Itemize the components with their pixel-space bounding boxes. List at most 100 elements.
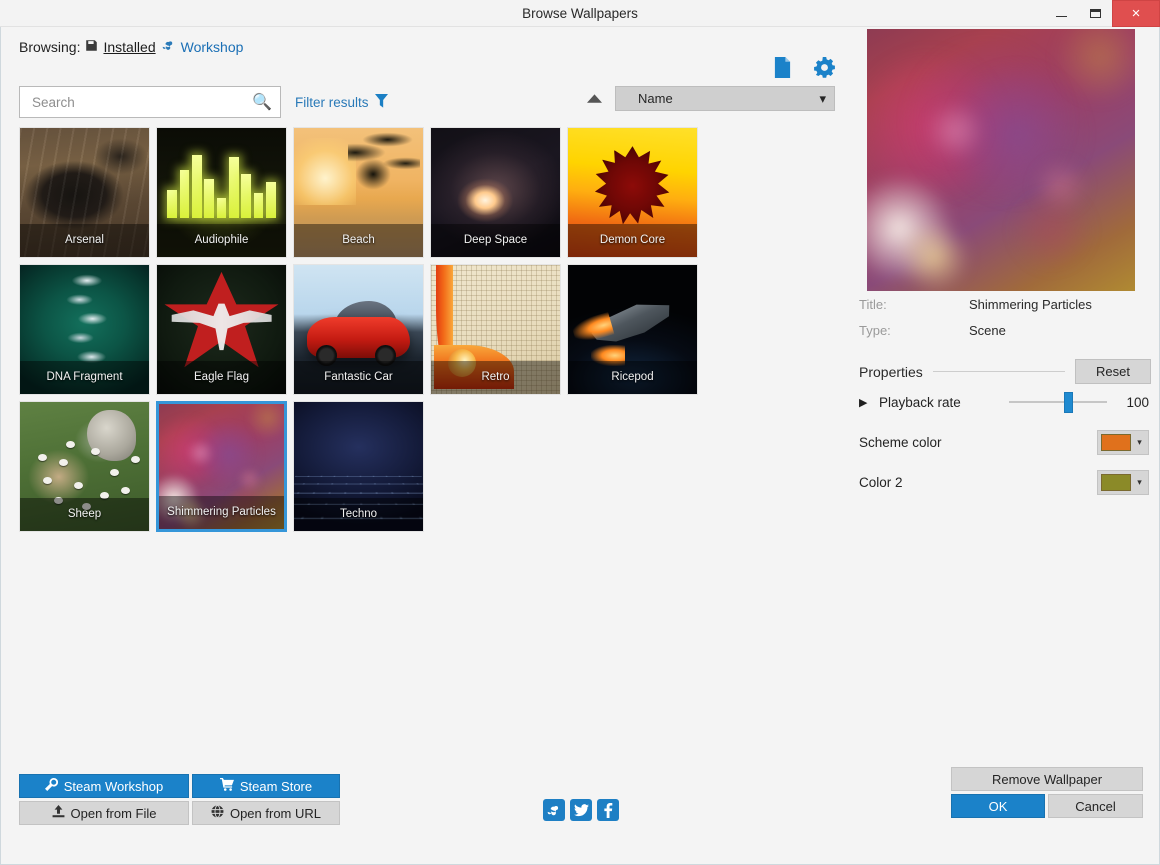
file-icon[interactable]	[773, 57, 792, 81]
wallpaper-tile-label: DNA Fragment	[20, 361, 149, 394]
toolbar-icons	[773, 57, 835, 81]
wallpaper-tile[interactable]: DNA Fragment	[19, 264, 150, 395]
playback-rate-row: ▶ Playback rate 100	[859, 389, 1151, 415]
floppy-disk-icon	[85, 39, 98, 55]
globe-icon	[211, 805, 224, 821]
wallpaper-tile[interactable]: Sheep	[19, 401, 150, 532]
wallpaper-tile-label: Deep Space	[431, 224, 560, 257]
scheme-color-picker[interactable]: ▾	[1097, 430, 1149, 455]
footer-right-buttons: Remove Wallpaper OK Cancel	[951, 767, 1143, 818]
steam-store-button[interactable]: Steam Store	[192, 774, 340, 798]
divider	[933, 371, 1065, 372]
reset-button[interactable]: Reset	[1075, 359, 1151, 384]
remove-wallpaper-button[interactable]: Remove Wallpaper	[951, 767, 1143, 791]
close-icon: ×	[1132, 6, 1141, 21]
search-input[interactable]	[30, 94, 252, 111]
chevron-down-icon: ▾	[1131, 437, 1148, 448]
sort-ascending-icon[interactable]	[585, 90, 603, 108]
wallpaper-tile[interactable]: Fantastic Car	[293, 264, 424, 395]
slider-track	[1009, 401, 1107, 403]
color2-swatch[interactable]	[1101, 474, 1131, 491]
maximize-button[interactable]	[1078, 0, 1112, 27]
wallpaper-tile-label: Beach	[294, 224, 423, 257]
search-icon[interactable]: 🔍	[252, 92, 272, 112]
detail-type-row: Type: Scene	[859, 323, 1006, 338]
funnel-icon	[375, 94, 388, 111]
slider-handle[interactable]	[1064, 392, 1073, 413]
sort-row: Name ▾	[585, 86, 835, 111]
filter-results-label: Filter results	[295, 95, 369, 110]
playback-rate-label: Playback rate	[879, 395, 961, 410]
open-from-file-button[interactable]: Open from File	[19, 801, 189, 825]
breadcrumb: Browsing: Installed Workshop	[19, 36, 243, 58]
facebook-icon[interactable]	[597, 799, 619, 821]
playback-rate-slider[interactable]	[1009, 398, 1107, 406]
wrench-icon	[45, 778, 58, 794]
properties-header: Properties Reset	[859, 359, 1151, 384]
browsing-label: Browsing:	[19, 39, 80, 55]
wallpaper-tile-label: Ricepod	[568, 361, 697, 394]
triangle-right-icon[interactable]: ▶	[859, 396, 873, 409]
chevron-down-icon: ▾	[1131, 477, 1148, 488]
search-row: 🔍 Filter results	[19, 86, 388, 118]
filter-results-button[interactable]: Filter results	[295, 94, 388, 111]
wallpaper-tile-label: Retro	[431, 361, 560, 394]
wallpaper-tile-label: Fantastic Car	[294, 361, 423, 394]
detail-type-value: Scene	[969, 323, 1006, 338]
cancel-button[interactable]: Cancel	[1048, 794, 1143, 818]
ok-label: OK	[989, 799, 1008, 814]
detail-title-value: Shimmering Particles	[969, 297, 1092, 312]
footer-left-buttons: Steam Workshop Steam Store Open from Fil…	[19, 774, 340, 825]
cancel-label: Cancel	[1075, 799, 1115, 814]
wallpaper-browser-pane: Browsing: Installed Workshop 🔍	[1, 27, 853, 865]
wallpaper-tile-label: Demon Core	[568, 224, 697, 257]
steam-icon[interactable]	[543, 799, 565, 821]
wallpaper-tile[interactable]: Arsenal	[19, 127, 150, 258]
steam-workshop-button[interactable]: Steam Workshop	[19, 774, 189, 798]
scheme-color-swatch[interactable]	[1101, 434, 1131, 451]
search-box[interactable]: 🔍	[19, 86, 281, 118]
wallpaper-tile-label: Techno	[294, 498, 423, 531]
wallpaper-tile[interactable]: Shimmering Particles	[156, 401, 287, 532]
properties-label: Properties	[859, 364, 923, 380]
installed-link[interactable]: Installed	[103, 39, 155, 55]
wallpaper-tile-label: Shimmering Particles	[159, 496, 284, 529]
close-button[interactable]: ×	[1112, 0, 1160, 27]
scheme-color-label: Scheme color	[859, 435, 942, 450]
open-from-url-label: Open from URL	[230, 806, 321, 821]
wallpaper-tile[interactable]: Ricepod	[567, 264, 698, 395]
details-pane: Title: Shimmering Particles Type: Scene …	[851, 27, 1159, 865]
ok-button[interactable]: OK	[951, 794, 1045, 818]
wallpaper-tile[interactable]: Audiophile	[156, 127, 287, 258]
minimize-button[interactable]	[1044, 0, 1078, 27]
open-from-file-label: Open from File	[71, 806, 157, 821]
wallpaper-tile[interactable]: Beach	[293, 127, 424, 258]
scheme-color-row: Scheme color ▾	[859, 429, 1151, 455]
open-from-url-button[interactable]: Open from URL	[192, 801, 340, 825]
detail-title-row: Title: Shimmering Particles	[859, 297, 1092, 312]
color2-row: Color 2 ▾	[859, 469, 1151, 495]
steam-store-label: Steam Store	[240, 779, 312, 794]
reset-label: Reset	[1096, 364, 1130, 379]
color2-picker[interactable]: ▾	[1097, 470, 1149, 495]
sort-select[interactable]: Name ▾	[615, 86, 835, 111]
wallpaper-tile[interactable]: Retro	[430, 264, 561, 395]
wallpaper-tile-label: Audiophile	[157, 224, 286, 257]
maximize-icon	[1090, 9, 1101, 18]
remove-wallpaper-label: Remove Wallpaper	[992, 772, 1102, 787]
workshop-link[interactable]: Workshop	[181, 39, 244, 55]
wallpaper-tile[interactable]: Deep Space	[430, 127, 561, 258]
color2-label: Color 2	[859, 475, 903, 490]
wallpaper-tile[interactable]: Demon Core	[567, 127, 698, 258]
wallpaper-tile[interactable]: Eagle Flag	[156, 264, 287, 395]
footer-bar: Steam Workshop Steam Store Open from Fil…	[1, 764, 1160, 864]
wallpaper-tile[interactable]: Techno	[293, 401, 424, 532]
upload-icon	[52, 805, 65, 821]
window-title: Browse Wallpapers	[522, 6, 638, 21]
social-links	[543, 799, 619, 821]
detail-type-label: Type:	[859, 323, 969, 338]
browse-wallpapers-window: Browsing: Installed Workshop 🔍	[0, 27, 1160, 865]
gear-icon[interactable]	[814, 57, 835, 81]
twitter-icon[interactable]	[570, 799, 592, 821]
wallpaper-tile-label: Arsenal	[20, 224, 149, 257]
